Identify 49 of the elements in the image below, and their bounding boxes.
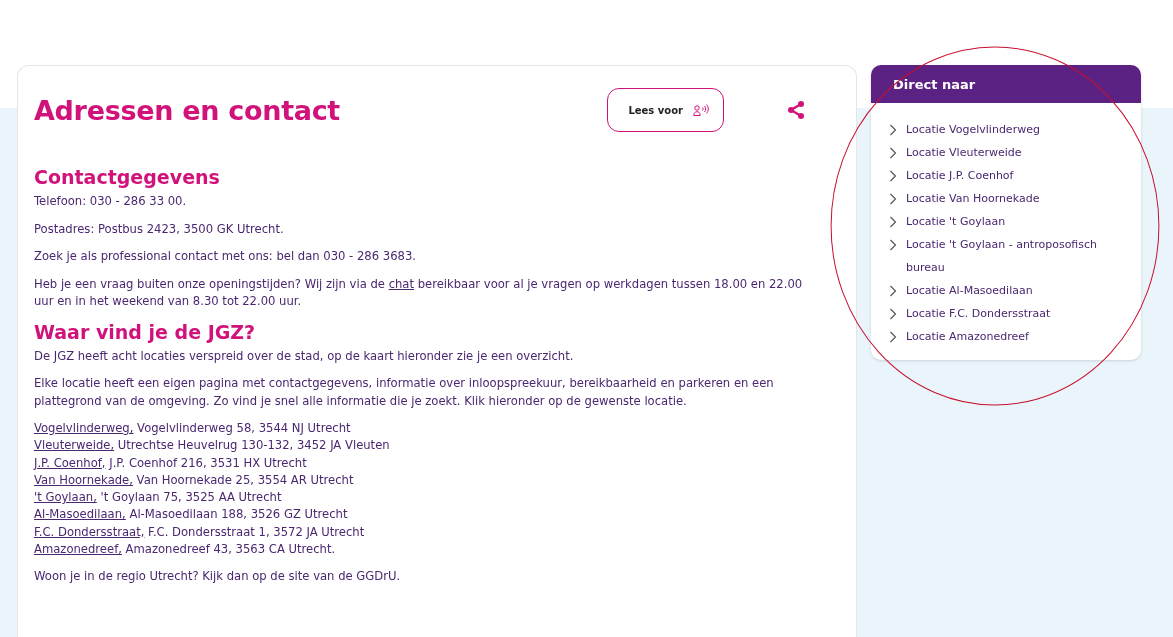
- location-link[interactable]: 't Goylaan,: [34, 490, 97, 505]
- sidebar-link[interactable]: Locatie Vogelvlinderweg: [906, 118, 1040, 141]
- address-line: Vogelvlinderweg, Vogelvlinderweg 58, 3544 NJ Utrecht: [34, 420, 352, 437]
- chevron-right-icon: [889, 193, 897, 205]
- chevron-right-icon: [889, 308, 897, 320]
- location-link[interactable]: Van Hoornekade,: [34, 472, 133, 487]
- address-line: F.C. Dondersstraat, F.C. Dondersstraat 1, 3572 JA Utrecht: [34, 523, 366, 541]
- chevron-right-icon: [889, 331, 897, 343]
- location-link[interactable]: Vogelvlinderweg,: [34, 421, 134, 435]
- location-link[interactable]: Vleuterweide,: [34, 438, 115, 453]
- location-link[interactable]: F.C. Dondersstraat,: [34, 524, 145, 539]
- address-line: J.P. Coenhof, J.P. Coenhof 216, 3531 HX Utrecht: [34, 454, 308, 472]
- chevron-right-icon: [889, 147, 897, 159]
- speaker-person-icon: [693, 104, 709, 116]
- address-line: Al-Masoedilaan, Al-Masoedilaan 188, 3526 GZ Utrecht: [34, 506, 349, 524]
- read-aloud-button[interactable]: Lees voor: [607, 88, 724, 132]
- page-title: Adressen en contact: [34, 94, 341, 126]
- paragraph: Heb je een vraag buiten onze openingstijden? Wij zijn via de chat bereikbaar voor al je vragen op werkdagen tussen 18.00 en 22.00 uur en in het weekend van 8.30 tot 22.00 uur.: [34, 275, 804, 310]
- chevron-right-icon: [889, 170, 897, 182]
- paragraph: Elke locatie heeft een eigen pagina met contactgegevens, informatie over inloopspreekuur, bereikbaarheid en parkeren en een plattegrond van de omgeving. Zo vind je snel alle informatie die je zoekt. Klik hieronder op de gewenste locatie.: [34, 375, 775, 410]
- sidebar-link[interactable]: Locatie F.C. Dondersstraat: [906, 302, 1051, 325]
- location-link[interactable]: Amazonedreef,: [34, 542, 122, 557]
- sidebar-link[interactable]: Locatie 't Goylaan - antroposofisch bureau: [906, 233, 1133, 279]
- sidebar-link[interactable]: Locatie 't Goylaan: [906, 210, 1006, 233]
- chevron-right-icon: [889, 285, 897, 297]
- sidebar-link[interactable]: Locatie Vleuterweide: [906, 141, 1022, 164]
- address-line: Vleuterweide, Utrechtse Heuvelrug 130-132, 3452 JA Vleuten: [34, 437, 391, 455]
- sidebar-link[interactable]: Locatie Van Hoornekade: [906, 187, 1040, 210]
- text-link[interactable]: chat: [388, 276, 414, 291]
- chevron-right-icon: [889, 239, 897, 251]
- paragraph: Postadres: Postbus 2423, 3500 GK Utrecht.: [34, 220, 285, 238]
- section-heading: Contactgegevens: [34, 166, 221, 188]
- section-heading: Waar vind je de JGZ?: [34, 320, 257, 343]
- share-icon[interactable]: [786, 100, 806, 120]
- paragraph: Zoek je als professional contact met ons: bel dan 030 - 286 3683.: [34, 248, 417, 265]
- address-line: Amazonedreef, Amazonedreef 43, 3563 CA Utrecht.: [34, 541, 337, 559]
- sidebar-link[interactable]: Locatie J.P. Coenhof: [906, 164, 1014, 187]
- sidebar-link[interactable]: Locatie Al-Masoedilaan: [906, 279, 1033, 302]
- location-link[interactable]: Al-Masoedilaan,: [34, 507, 126, 522]
- sidebar-title: Direct naar: [871, 65, 1141, 103]
- address-line: 't Goylaan, 't Goylaan 75, 3525 AA Utrecht: [34, 489, 283, 507]
- chevron-right-icon: [889, 124, 897, 136]
- paragraph: Telefoon: 030 - 286 33 00.: [34, 193, 188, 210]
- address-line: Van Hoornekade, Van Hoornekade 25, 3554 AR Utrecht: [34, 471, 355, 489]
- chevron-right-icon: [889, 216, 897, 228]
- sidebar-link[interactable]: Locatie Amazonedreef: [906, 325, 1029, 348]
- location-link[interactable]: J.P. Coenhof,: [34, 455, 106, 470]
- paragraph: Woon je in de regio Utrecht? Kijk dan op de site van de GGDrU.: [34, 568, 402, 586]
- paragraph: De JGZ heeft acht locaties verspreid over de stad, op de kaart hieronder zie je een overzicht.: [34, 347, 575, 365]
